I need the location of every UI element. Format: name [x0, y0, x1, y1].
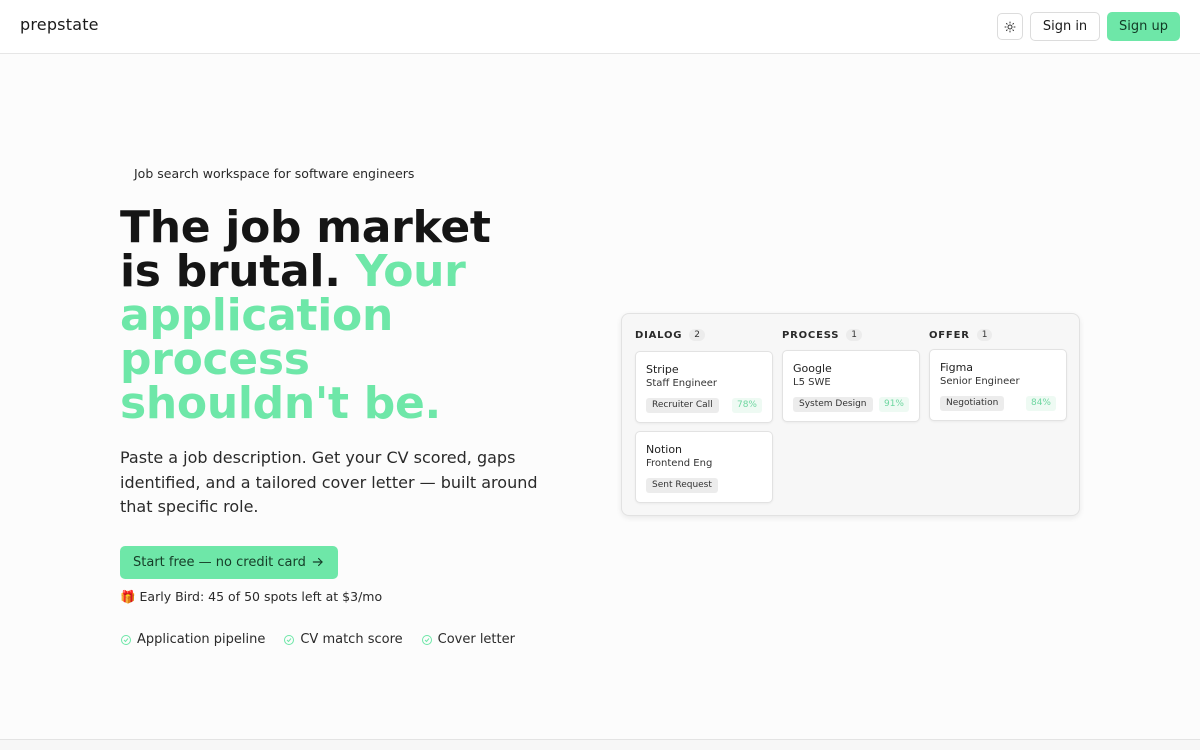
theme-toggle-button[interactable]	[997, 13, 1023, 40]
check-circle-icon	[121, 634, 131, 645]
check-circle-icon	[421, 634, 432, 645]
pipeline-board-preview: DIALOG 2 Stripe Staff Engineer Recruiter…	[621, 313, 1080, 516]
card-stage-badge: Recruiter Call	[646, 398, 719, 413]
card-role: L5 SWE	[793, 377, 831, 388]
board-column-process: PROCESS 1 Google L5 SWE System Design 91…	[782, 328, 920, 422]
card-company: Stripe	[646, 363, 679, 376]
column-title: PROCESS	[782, 329, 840, 341]
early-bird-offer: 🎁 Early Bird: 45 of 50 spots left at $3/…	[120, 589, 383, 604]
hero-eyebrow: Job search workspace for software engine…	[134, 166, 415, 181]
feature-item: Application pipeline	[120, 632, 265, 647]
card-role: Senior Engineer	[940, 376, 1020, 387]
feature-list: Application pipeline CV match score Cove…	[120, 632, 515, 647]
board-column-dialog: DIALOG 2 Stripe Staff Engineer Recruiter…	[635, 328, 773, 503]
feature-label: CV match score	[300, 632, 403, 647]
sun-icon	[1004, 21, 1016, 32]
card-company: Google	[793, 362, 832, 375]
application-card[interactable]: Stripe Staff Engineer Recruiter Call 78%	[635, 351, 773, 423]
card-role: Staff Engineer	[646, 378, 718, 389]
column-count-badge: 1	[846, 329, 862, 341]
next-section-edge	[0, 739, 1200, 750]
card-stage-badge: Sent Request	[646, 478, 718, 493]
feature-item: Cover letter	[421, 632, 515, 647]
column-count-badge: 2	[689, 329, 706, 341]
card-match-score: 84%	[1025, 396, 1056, 411]
start-free-button[interactable]: Start free — no credit card	[120, 546, 338, 579]
column-header: OFFER 1	[929, 328, 1067, 342]
arrow-right-icon	[312, 557, 323, 567]
headline-accent-line-5: shouldn't be.	[120, 378, 441, 429]
column-header: PROCESS 1	[782, 328, 920, 342]
hero-description: Paste a job description. Get your CV sco…	[120, 448, 538, 516]
card-role: Frontend Eng	[646, 458, 713, 469]
application-card[interactable]: Figma Senior Engineer Negotiation 84%	[929, 349, 1067, 421]
hero-headline: The job market is brutal. Your applicati…	[120, 206, 550, 426]
column-count-badge: 1	[976, 329, 993, 341]
column-title: OFFER	[929, 329, 970, 341]
column-header: DIALOG 2	[635, 328, 773, 342]
card-company: Figma	[940, 361, 974, 374]
top-navigation-bar: prepstate Sign in Sign up	[0, 0, 1200, 54]
card-stage-badge: Negotiation	[940, 396, 1005, 411]
brand-logo[interactable]: prepstate	[20, 15, 99, 34]
feature-label: Cover letter	[437, 632, 515, 647]
card-match-score: 78%	[731, 398, 762, 413]
column-title: DIALOG	[635, 329, 683, 341]
check-circle-icon	[284, 634, 295, 645]
start-free-label: Start free — no credit card	[133, 555, 306, 570]
application-card[interactable]: Google L5 SWE System Design 91%	[782, 350, 920, 422]
application-card[interactable]: Notion Frontend Eng Sent Request	[635, 431, 773, 503]
feature-label: Application pipeline	[137, 632, 266, 647]
feature-item: CV match score	[283, 632, 403, 647]
card-company: Notion	[646, 443, 683, 456]
board-column-offer: OFFER 1 Figma Senior Engineer Negotiatio…	[929, 328, 1067, 421]
card-stage-badge: System Design	[793, 397, 873, 412]
sign-up-button[interactable]: Sign up	[1107, 12, 1180, 41]
sign-in-button[interactable]: Sign in	[1030, 12, 1100, 41]
card-match-score: 91%	[878, 397, 909, 412]
